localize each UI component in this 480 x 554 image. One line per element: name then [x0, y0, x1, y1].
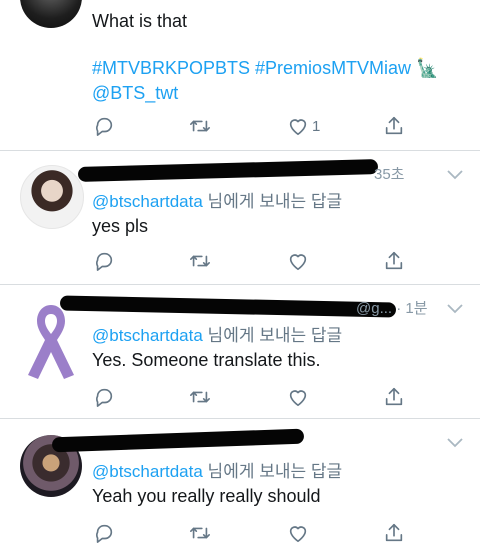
tweet-actions — [0, 521, 480, 545]
reply-icon — [96, 388, 113, 407]
reply-icon — [96, 117, 113, 136]
like-icon — [289, 526, 307, 543]
like-count: 1 — [312, 117, 321, 135]
like-button[interactable]: 1 — [287, 114, 320, 138]
reply-suffix: 님에게 보내는 답글 — [202, 326, 343, 345]
retweet-button[interactable] — [189, 521, 211, 545]
reply-to-line: @btschartdata 님에게 보내는 답글 — [92, 187, 342, 212]
tweet-3[interactable]: @g... · 1분 @btschartdata 님에게 보내는 답글 Yes.… — [0, 285, 480, 418]
tweet-text: Yeah you really really should — [92, 486, 321, 506]
retweet-icon — [190, 255, 210, 267]
reply-to-line: @btschartdata 님에게 보내는 답글 — [92, 457, 342, 482]
tweet-text: What is that — [92, 11, 188, 31]
redacted-username — [51, 428, 305, 453]
avatar[interactable] — [20, 165, 84, 229]
reply-handle-link[interactable]: @btschartdata — [92, 192, 203, 211]
purple-ribbon-avatar[interactable] — [22, 301, 80, 381]
reply-button[interactable] — [93, 521, 115, 545]
reply-to-line: @btschartdata 님에게 보내는 답글 — [92, 321, 342, 346]
chevron-down-icon[interactable] — [446, 168, 464, 180]
tweet-text: Yes. Someone translate this. — [92, 350, 321, 370]
like-icon — [289, 390, 307, 407]
reply-suffix: 님에게 보내는 답글 — [202, 192, 343, 211]
chevron-down-icon[interactable] — [446, 302, 464, 314]
share-button[interactable] — [383, 249, 405, 273]
redacted-username — [59, 295, 397, 318]
like-icon — [289, 254, 307, 271]
retweet-icon — [190, 120, 210, 132]
reply-button[interactable] — [93, 385, 115, 409]
avatar[interactable] — [20, 0, 82, 28]
retweet-icon — [190, 391, 210, 403]
chevron-down-icon[interactable] — [446, 436, 464, 448]
like-button[interactable] — [287, 521, 309, 545]
redacted-username — [77, 159, 379, 182]
tweet-4[interactable]: @btschartdata 님에게 보내는 답글 Yeah you really… — [0, 419, 480, 554]
tweet-actions — [0, 249, 480, 273]
tweet-hashtags-line: #MTVBRKPOPBTS #PremiosMTVMiaw 🗽 — [92, 55, 439, 81]
tweet-meta: @g... · 1분 — [356, 300, 428, 317]
retweet-button[interactable] — [189, 249, 211, 273]
retweet-button[interactable] — [189, 385, 211, 409]
reply-handle-link[interactable]: @btschartdata — [92, 326, 203, 345]
share-button[interactable] — [383, 385, 405, 409]
like-button[interactable] — [287, 249, 309, 273]
share-button[interactable] — [383, 521, 405, 545]
share-icon — [385, 387, 403, 406]
share-button[interactable] — [383, 114, 405, 138]
like-icon — [289, 119, 307, 136]
reply-button[interactable] — [93, 249, 115, 273]
tweet-time: 35초 — [374, 166, 405, 183]
tweet-actions: 1 — [0, 114, 480, 138]
reply-button[interactable] — [93, 114, 115, 138]
tweet-1[interactable]: What is that #MTVBRKPOPBTS #PremiosMTVMi… — [0, 0, 480, 150]
reply-icon — [96, 524, 113, 543]
share-icon — [385, 523, 403, 542]
tweet-2[interactable]: 35초 @btschartdata 님에게 보내는 답글 yes pls — [0, 151, 480, 284]
mention-link[interactable]: @BTS_twt — [92, 80, 178, 106]
retweet-icon — [190, 527, 210, 539]
reply-icon — [96, 252, 113, 271]
share-icon — [385, 116, 403, 135]
retweet-button[interactable] — [189, 114, 211, 138]
tweet-text: yes pls — [92, 216, 149, 236]
statue-of-liberty-emoji: 🗽 — [416, 58, 439, 78]
reply-suffix: 님에게 보내는 답글 — [202, 462, 343, 481]
like-button[interactable] — [287, 385, 309, 409]
tweet-actions — [0, 385, 480, 409]
reply-handle-link[interactable]: @btschartdata — [92, 462, 203, 481]
share-icon — [385, 251, 403, 270]
hashtag-links[interactable]: #MTVBRKPOPBTS #PremiosMTVMiaw — [92, 58, 411, 78]
